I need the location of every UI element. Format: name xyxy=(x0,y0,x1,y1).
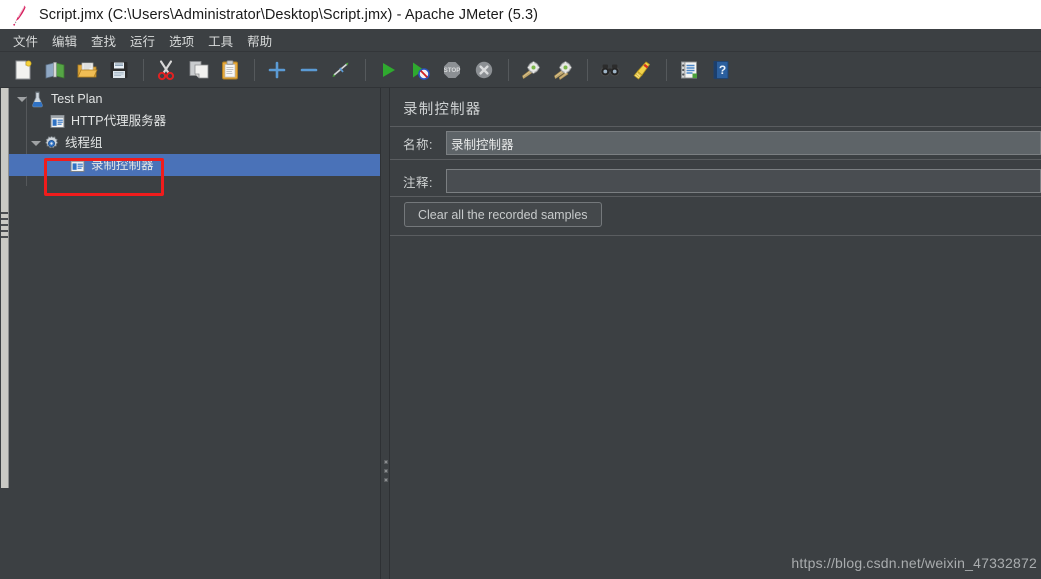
toolbar-templates[interactable] xyxy=(40,55,70,85)
tree-node-label: 线程组 xyxy=(65,135,103,150)
tree-node-recording-controller[interactable]: 录制控制器 xyxy=(9,154,380,176)
title-bar: Script.jmx (C:\Users\Administrator\Deskt… xyxy=(0,0,1041,29)
toolbar-separator-2 xyxy=(254,58,255,81)
watermark-text: https://blog.csdn.net/weixin_47332872 xyxy=(791,555,1037,571)
tree-node-label: 录制控制器 xyxy=(91,157,154,172)
clear-recorded-samples-button[interactable]: Clear all the recorded samples xyxy=(404,202,602,227)
toolbar-paste[interactable] xyxy=(215,55,245,85)
toolbar-separator-5 xyxy=(587,58,588,81)
window-title: Script.jmx (C:\Users\Administrator\Deskt… xyxy=(39,6,539,23)
svg-text:STOP: STOP xyxy=(444,67,461,74)
toolbar-shutdown[interactable] xyxy=(469,55,499,85)
toolbar-reset-search[interactable] xyxy=(627,55,657,85)
expand-toggle-thread-group[interactable] xyxy=(29,136,43,150)
panel-title: 录制控制器 xyxy=(403,102,482,118)
toolbar-separator-4 xyxy=(508,58,509,81)
menu-file[interactable]: 文件 xyxy=(6,29,45,52)
menu-run[interactable]: 运行 xyxy=(123,29,162,52)
menu-search[interactable]: 查找 xyxy=(84,29,123,52)
field-divider-3 xyxy=(390,235,1041,236)
window-icon xyxy=(69,157,86,174)
toolbar-clear[interactable] xyxy=(516,55,546,85)
field-divider-1 xyxy=(390,159,1041,160)
window-icon xyxy=(49,113,66,130)
name-field-row: 名称: 录制控制器 xyxy=(390,131,1041,155)
toolbar-expand[interactable] xyxy=(262,55,292,85)
panel-title-divider xyxy=(390,126,1041,127)
panel-splitter[interactable] xyxy=(380,88,390,579)
gear-icon xyxy=(43,135,60,152)
svg-text:?: ? xyxy=(719,63,726,77)
jmeter-window: Script.jmx (C:\Users\Administrator\Deskt… xyxy=(0,0,1041,579)
toolbar-start[interactable] xyxy=(373,55,403,85)
toolbar-stop[interactable]: STOP xyxy=(437,55,467,85)
name-field-label: 名称: xyxy=(403,137,433,152)
tree-node-label: HTTP代理服务器 xyxy=(71,113,167,128)
toolbar-copy[interactable] xyxy=(183,55,213,85)
tree-node-http-proxy-server[interactable]: HTTP代理服务器 xyxy=(9,110,380,132)
field-divider-2 xyxy=(390,196,1041,197)
toolbar-new[interactable] xyxy=(8,55,38,85)
flask-icon xyxy=(29,91,46,108)
toolbar-cut[interactable] xyxy=(151,55,181,85)
toolbar-clear-all[interactable] xyxy=(548,55,578,85)
tree-node-test-plan[interactable]: Test Plan xyxy=(9,88,380,110)
toolbar-collapse[interactable] xyxy=(294,55,324,85)
collapsed-side-panel-edge[interactable] xyxy=(0,88,9,488)
toolbar-start-no-pauses[interactable] xyxy=(405,55,435,85)
tree-node-thread-group[interactable]: 线程组 xyxy=(9,132,380,154)
side-panel-grip xyxy=(1,208,8,278)
comment-field[interactable] xyxy=(446,169,1041,193)
toolbar-toggle[interactable] xyxy=(326,55,356,85)
menu-options[interactable]: 选项 xyxy=(162,29,201,52)
name-field[interactable]: 录制控制器 xyxy=(446,131,1041,155)
toolbar-search[interactable] xyxy=(595,55,625,85)
test-plan-tree[interactable]: Test Plan HTTP代理服务器 线程组 录制控制器 xyxy=(9,88,380,579)
toolbar-open[interactable] xyxy=(72,55,102,85)
menu-bar: 文件 编辑 查找 运行 选项 工具 帮助 xyxy=(0,29,1041,52)
comment-field-row: 注释: xyxy=(390,169,1041,193)
menu-help[interactable]: 帮助 xyxy=(240,29,279,52)
expand-toggle-test-plan[interactable] xyxy=(15,92,29,106)
toolbar-separator-6 xyxy=(666,58,667,81)
toolbar-separator-1 xyxy=(143,58,144,81)
toolbar-help[interactable]: ? xyxy=(706,55,736,85)
toolbar-save[interactable] xyxy=(104,55,134,85)
tree-node-label: Test Plan xyxy=(51,91,103,106)
expand-toggle-placeholder-recorder xyxy=(55,158,69,172)
element-config-panel: 录制控制器 名称: 录制控制器 注释: Clear all the record… xyxy=(390,88,1041,579)
menu-tools[interactable]: 工具 xyxy=(201,29,240,52)
menu-edit[interactable]: 编辑 xyxy=(45,29,84,52)
toolbar-function-helper[interactable] xyxy=(674,55,704,85)
expand-toggle-placeholder-proxy xyxy=(35,114,49,128)
jmeter-feather-icon xyxy=(11,4,31,26)
toolbar: STOP ? xyxy=(0,52,1041,88)
toolbar-separator-3 xyxy=(365,58,366,81)
splitter-grip[interactable] xyxy=(384,460,388,487)
comment-field-label: 注释: xyxy=(403,175,433,190)
